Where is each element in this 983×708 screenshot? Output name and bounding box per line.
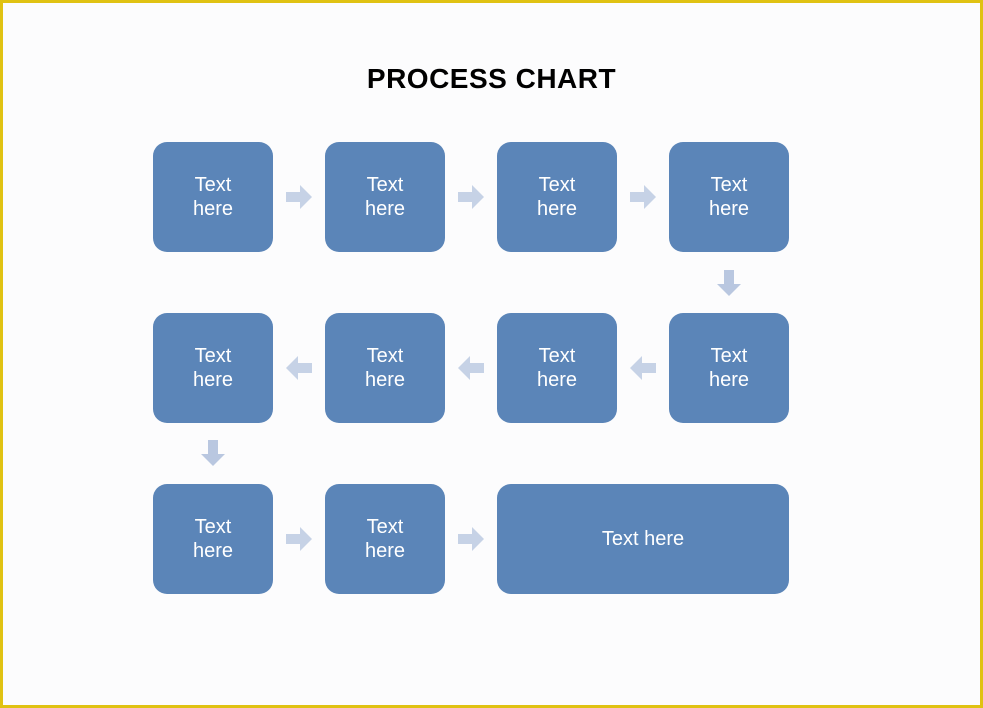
- arrow-left-slot: [273, 313, 325, 423]
- arrow-right-icon: [628, 182, 658, 212]
- arrow-left-slot: [445, 313, 497, 423]
- process-box: Text here: [325, 484, 445, 594]
- arrow-right-slot: [617, 142, 669, 252]
- chart-title: PROCESS CHART: [3, 63, 980, 95]
- diagram-frame: PROCESS CHART Text here Text here Text h…: [0, 0, 983, 708]
- process-box: Text here: [497, 142, 617, 252]
- arrow-left-slot: [617, 313, 669, 423]
- process-box: Text here: [325, 142, 445, 252]
- process-box: Text here: [153, 484, 273, 594]
- process-box: Text here: [669, 142, 789, 252]
- flow-canvas: Text here Text here Text here Text here: [153, 118, 873, 678]
- process-box: Text here: [325, 313, 445, 423]
- arrow-right-slot: [273, 142, 325, 252]
- process-box: Text here: [153, 142, 273, 252]
- process-box: Text here: [497, 313, 617, 423]
- arrow-right-slot: [445, 484, 497, 594]
- arrow-right-icon: [456, 524, 486, 554]
- arrow-left-icon: [284, 353, 314, 383]
- process-box: Text here: [153, 313, 273, 423]
- arrow-left-icon: [628, 353, 658, 383]
- flow-row-3: Text here Text here Text here: [153, 484, 789, 594]
- process-box-wide: Text here: [497, 484, 789, 594]
- arrow-right-slot: [273, 484, 325, 594]
- arrow-right-icon: [284, 182, 314, 212]
- process-box: Text here: [669, 313, 789, 423]
- flow-row-2: Text here Text here Text here Text here: [153, 313, 789, 423]
- arrow-left-icon: [456, 353, 486, 383]
- arrow-down-icon: [198, 438, 228, 468]
- arrow-right-slot: [445, 142, 497, 252]
- flow-row-1: Text here Text here Text here Text here: [153, 142, 789, 252]
- arrow-right-icon: [284, 524, 314, 554]
- arrow-right-icon: [456, 182, 486, 212]
- arrow-down-icon: [714, 268, 744, 298]
